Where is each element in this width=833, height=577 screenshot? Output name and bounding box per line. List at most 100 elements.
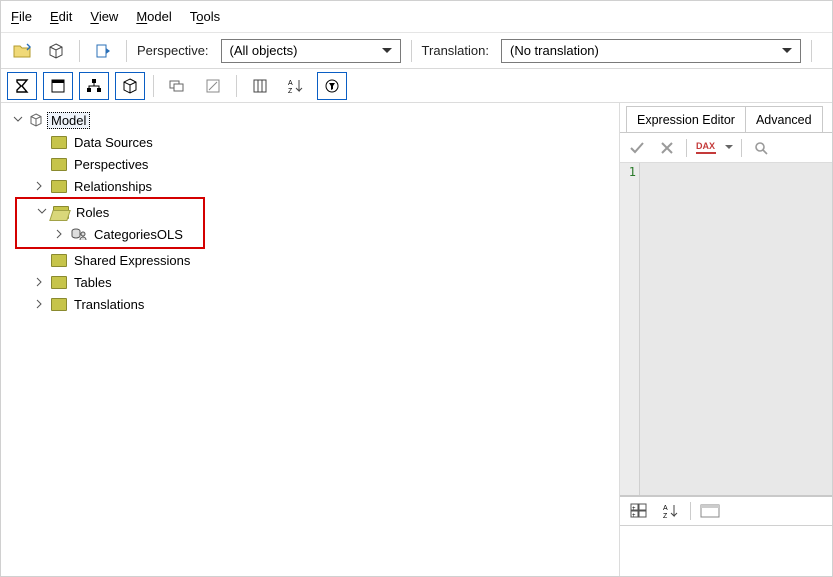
right-panel: Expression Editor Advanced DAX 1 xyxy=(620,103,832,576)
folder-icon xyxy=(51,136,67,149)
toolbar-separator xyxy=(79,40,80,62)
hierarchy-icon[interactable] xyxy=(79,72,109,100)
perspective-value: (All objects) xyxy=(230,43,298,58)
columns3-icon[interactable] xyxy=(245,72,275,100)
editor-area[interactable] xyxy=(640,163,832,495)
separator xyxy=(741,139,742,157)
line-number: 1 xyxy=(629,165,636,179)
svg-text:A: A xyxy=(288,80,293,87)
column-header-icon[interactable] xyxy=(43,72,73,100)
expression-editor[interactable]: 1 xyxy=(620,163,832,496)
toolbar-separator xyxy=(811,40,812,62)
dax-format-icon[interactable]: DAX xyxy=(695,137,717,159)
toolbar-separator xyxy=(236,75,237,97)
deploy-icon[interactable] xyxy=(90,38,116,64)
perspective-label: Perspective: xyxy=(137,43,209,58)
svg-text:+: + xyxy=(632,506,636,512)
property-page-icon[interactable] xyxy=(697,500,723,522)
chevron-right-icon[interactable] xyxy=(33,297,47,311)
tree-label-model: Model xyxy=(47,112,90,129)
perspective-combo[interactable]: (All objects) xyxy=(221,39,401,63)
tree-node-translations[interactable]: Translations xyxy=(11,293,615,315)
chevron-right-icon[interactable] xyxy=(33,275,47,289)
translation-value: (No translation) xyxy=(510,43,599,58)
main-toolbar: Perspective: (All objects) Translation: … xyxy=(1,33,832,69)
chevron-down-icon[interactable] xyxy=(11,113,25,127)
translation-label: Translation: xyxy=(422,43,489,58)
svg-text:Z: Z xyxy=(288,88,293,94)
app-window: File Edit View Model Tools Perspective: … xyxy=(0,0,833,577)
tree-node-tables[interactable]: Tables xyxy=(11,271,615,293)
svg-text:+: + xyxy=(632,513,636,519)
toolbar-separator xyxy=(153,75,154,97)
view-toolbar: AZ xyxy=(1,69,832,103)
measure-icon[interactable] xyxy=(198,72,228,100)
separator xyxy=(690,502,691,520)
tree-label: Relationships xyxy=(71,179,155,194)
model-tree[interactable]: Model Data Sources Perspectiv xyxy=(11,109,615,315)
chevron-right-icon[interactable] xyxy=(33,179,47,193)
tree-node-relationships[interactable]: Relationships xyxy=(11,175,615,197)
tree-node-model[interactable]: Model xyxy=(11,109,615,131)
chevron-down-icon[interactable] xyxy=(35,205,49,219)
toolbar-separator xyxy=(411,40,412,62)
tab-label: Advanced xyxy=(756,113,812,127)
open-folder-icon[interactable] xyxy=(9,38,35,64)
folder-icon xyxy=(51,276,67,289)
tab-advanced[interactable]: Advanced xyxy=(745,106,823,132)
model-tree-panel: Model Data Sources Perspectiv xyxy=(1,103,620,576)
right-tabs: Expression Editor Advanced xyxy=(620,103,832,133)
categorized-icon[interactable]: ++ xyxy=(626,500,652,522)
menu-file[interactable]: File xyxy=(11,9,32,24)
tree-label: Data Sources xyxy=(71,135,156,150)
search-icon[interactable] xyxy=(750,137,772,159)
cube-icon[interactable] xyxy=(43,38,69,64)
menu-view[interactable]: View xyxy=(90,9,118,24)
filter-icon[interactable] xyxy=(317,72,347,100)
folders-icon[interactable] xyxy=(162,72,192,100)
tree-node-perspectives[interactable]: Perspectives xyxy=(11,153,615,175)
menu-tools[interactable]: Tools xyxy=(190,9,220,24)
tree-label: Perspectives xyxy=(71,157,151,172)
editor-toolbar: DAX xyxy=(620,133,832,163)
main-split: Model Data Sources Perspectiv xyxy=(1,103,832,576)
folder-icon xyxy=(51,158,67,171)
sigma-icon[interactable] xyxy=(7,72,37,100)
accept-icon[interactable] xyxy=(626,137,648,159)
tree-node-categoriesols[interactable]: CategoriesOLS xyxy=(17,223,203,245)
cube-icon xyxy=(29,113,43,127)
properties-grid[interactable] xyxy=(620,525,832,576)
tree-label: Shared Expressions xyxy=(71,253,193,268)
folder-open-icon xyxy=(53,206,69,219)
tree-node-roles[interactable]: Roles xyxy=(17,201,203,223)
highlight-box: Roles CategoriesOLS xyxy=(15,197,205,249)
svg-text:Z: Z xyxy=(663,513,668,519)
sort-az-icon[interactable]: AZ xyxy=(281,72,311,100)
cube-outline-icon[interactable] xyxy=(115,72,145,100)
tree-label: CategoriesOLS xyxy=(91,227,186,242)
tree-node-data-sources[interactable]: Data Sources xyxy=(11,131,615,153)
menubar: File Edit View Model Tools xyxy=(1,1,832,33)
tree-label: Roles xyxy=(73,205,112,220)
svg-text:A: A xyxy=(663,505,668,512)
tree-label: Tables xyxy=(71,275,115,290)
tree-label: Translations xyxy=(71,297,147,312)
dax-label: DAX xyxy=(696,141,715,151)
caret-down-icon[interactable] xyxy=(725,145,733,151)
properties-panel: ++ AZ xyxy=(620,496,832,576)
folder-icon xyxy=(51,180,67,193)
caret-down-icon xyxy=(382,48,392,54)
tree-node-shared-expressions[interactable]: Shared Expressions xyxy=(11,249,615,271)
folder-icon xyxy=(51,254,67,267)
chevron-right-icon[interactable] xyxy=(53,227,67,241)
tab-label: Expression Editor xyxy=(637,113,735,127)
tab-expression-editor[interactable]: Expression Editor xyxy=(626,106,746,132)
toolbar-separator xyxy=(126,40,127,62)
alphabetical-icon[interactable]: AZ xyxy=(658,500,684,522)
properties-toolbar: ++ AZ xyxy=(620,497,832,525)
menu-edit[interactable]: Edit xyxy=(50,9,72,24)
folder-icon xyxy=(51,298,67,311)
translation-combo[interactable]: (No translation) xyxy=(501,39,801,63)
cancel-icon[interactable] xyxy=(656,137,678,159)
menu-model[interactable]: Model xyxy=(136,9,171,24)
